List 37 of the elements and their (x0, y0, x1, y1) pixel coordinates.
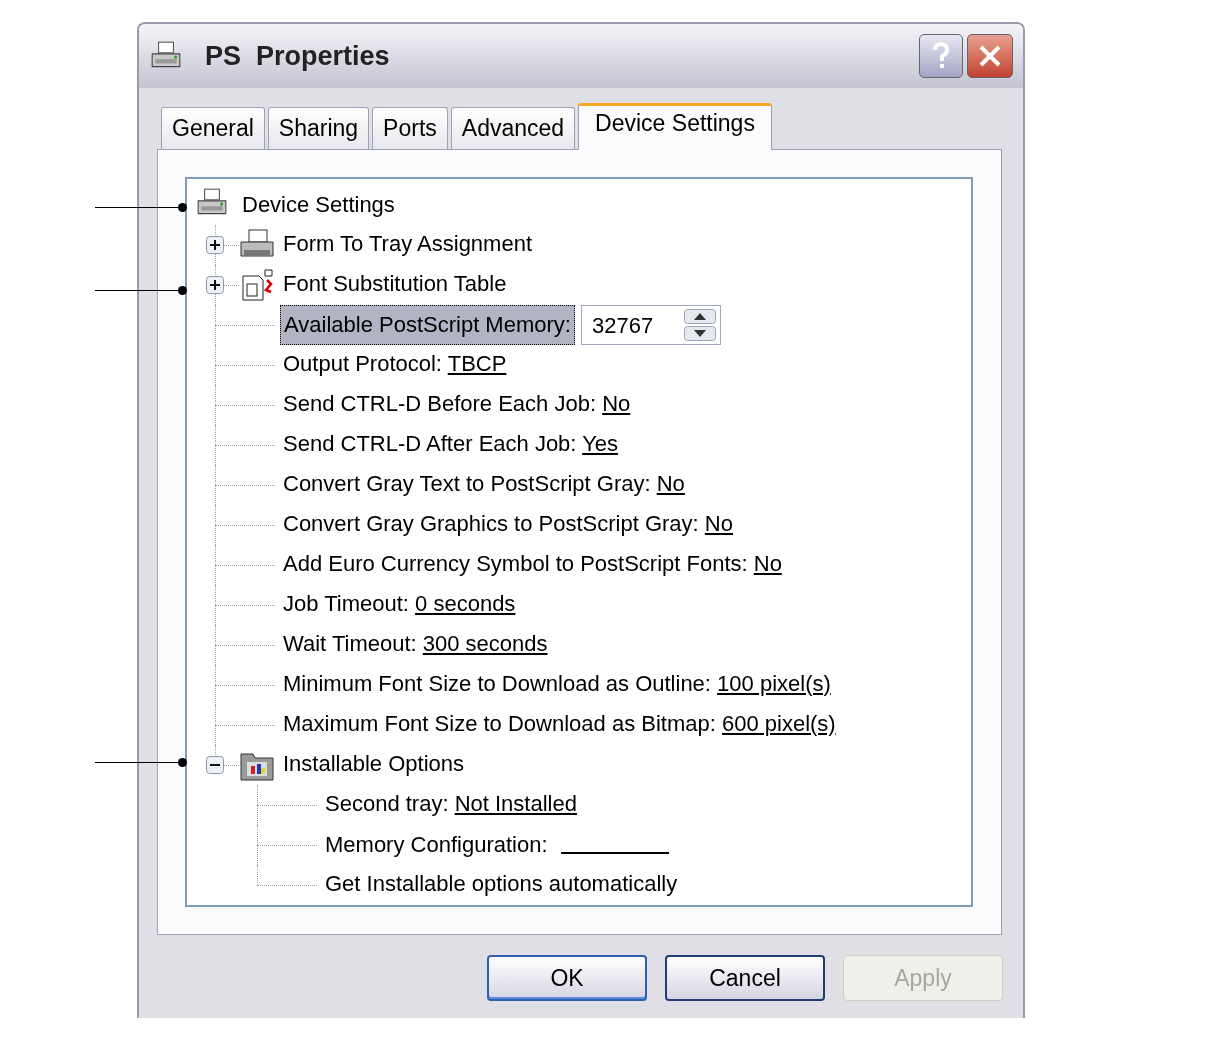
tab[interactable]: Sharing (267, 107, 370, 149)
setting-item[interactable]: Send CTRL-D After Each Job: Yes (280, 422, 622, 464)
tree-root[interactable]: Device Settings (239, 186, 398, 224)
setting-label[interactable]: Available PostScript Memory: (280, 305, 575, 345)
close-icon (978, 44, 1002, 68)
tree-group[interactable]: Installable Options (280, 742, 467, 784)
close-button[interactable] (967, 34, 1013, 78)
setting-item[interactable]: Convert Gray Graphics to PostScript Gray: No (280, 502, 736, 544)
setting-item[interactable]: Convert Gray Text to PostScript Gray: No (280, 462, 688, 504)
setting-item[interactable]: Minimum Font Size to Download as Outline: 100 pixel(s) (280, 662, 834, 704)
window-title: PS Properties (205, 39, 390, 73)
setting-item[interactable]: Second tray: Not Installed (322, 782, 580, 824)
tab[interactable]: Ports (372, 107, 448, 149)
spin-field[interactable]: 32767 (580, 305, 721, 345)
dialog-button[interactable]: OK (487, 955, 647, 1001)
tab[interactable]: General (161, 107, 265, 149)
help-button[interactable] (919, 34, 963, 78)
setting-item[interactable]: Maximum Font Size to Download as Bitmap: 600 pixel(s) (280, 702, 839, 744)
spin-down-icon[interactable] (683, 326, 716, 341)
setting-item[interactable]: Wait Timeout: 300 seconds (280, 622, 551, 664)
expand-icon[interactable] (206, 276, 224, 294)
setting-label[interactable]: Memory Configuration: (322, 826, 551, 864)
tree-group[interactable]: Font Substitution Table (280, 262, 510, 304)
tab[interactable]: Device Settings (578, 103, 772, 150)
setting-item[interactable]: Output Protocol: TBCP (280, 342, 510, 384)
expand-icon[interactable] (206, 236, 224, 254)
tree-group[interactable]: Form To Tray Assignment (280, 222, 535, 264)
setting-item[interactable]: Send CTRL-D Before Each Job: No (280, 382, 634, 424)
setting-item[interactable]: Add Euro Currency Symbol to PostScript Fonts: No (280, 542, 785, 584)
setting-item[interactable]: Job Timeout: 0 seconds (280, 582, 519, 624)
collapse-icon[interactable] (206, 756, 224, 774)
tab[interactable]: Advanced (450, 107, 576, 149)
spin-up-icon[interactable] (683, 309, 716, 324)
font-document-icon (239, 268, 275, 302)
dialog-button[interactable]: Cancel (665, 955, 825, 1001)
tree-item[interactable]: Get Installable options automatically (322, 862, 681, 904)
help-icon (931, 42, 951, 70)
